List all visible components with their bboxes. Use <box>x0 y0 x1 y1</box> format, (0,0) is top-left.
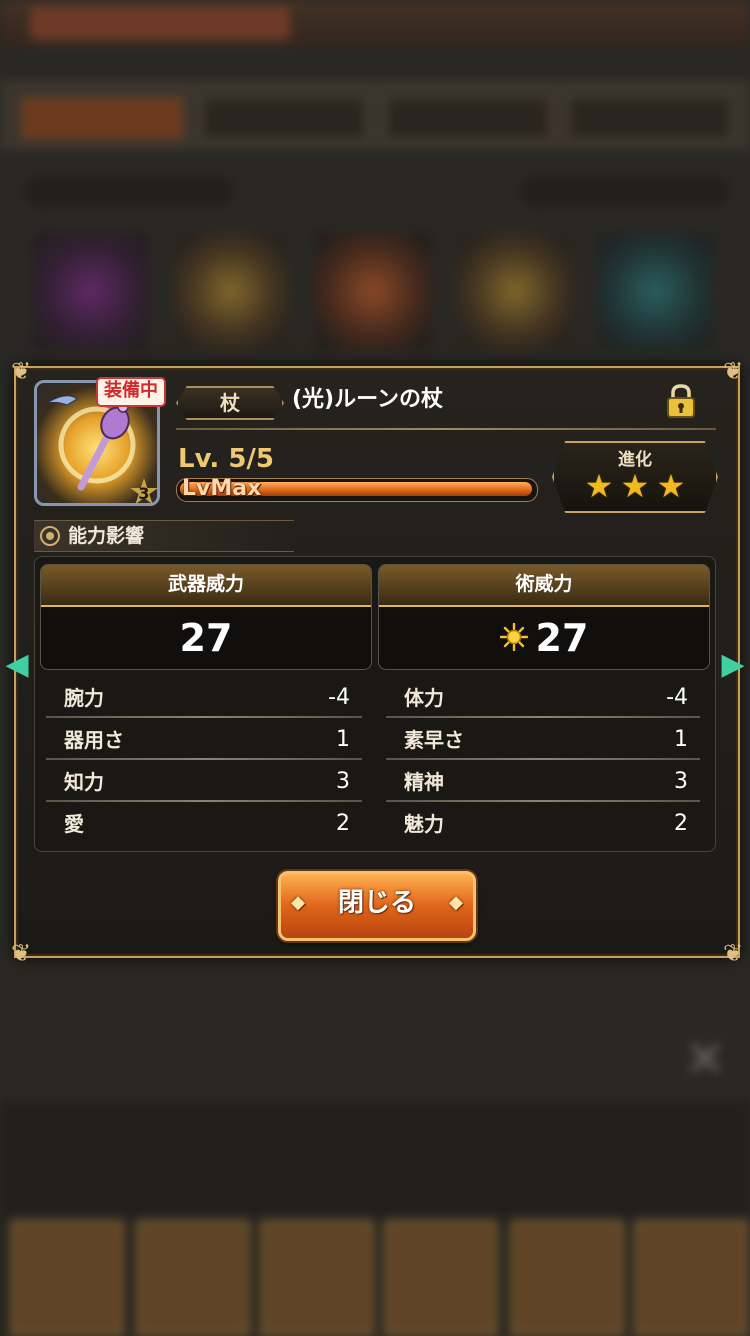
diamond-ornament-icon: ◆ <box>449 892 463 913</box>
level-max-label: LvMax <box>182 476 262 501</box>
weapon-power-box: 武器威力 27 <box>40 564 372 670</box>
stat-row: 精神 3 <box>374 762 712 802</box>
stat-value: -4 <box>666 685 688 710</box>
art-power-label: 術威力 <box>379 565 709 607</box>
evolution-star-icon: ★ <box>620 467 650 505</box>
stat-value: -4 <box>328 685 350 710</box>
close-button[interactable]: ◆ 閉じる ◆ <box>278 871 476 941</box>
art-power-box: 術威力 27 <box>378 564 710 670</box>
stat-name: 知力 <box>64 770 104 794</box>
weapon-power-value: 27 <box>179 616 233 660</box>
ability-effect-title: 能力影響 <box>68 525 145 547</box>
corner-ornament-icon: ❦ <box>722 939 744 967</box>
previous-arrow-icon[interactable]: ◀ <box>4 645 30 685</box>
bg-title-bar <box>0 0 750 48</box>
stat-row: 知力 3 <box>34 762 374 802</box>
weapon-name: (光)ルーンの杖 <box>292 387 444 412</box>
light-sun-icon <box>499 622 528 651</box>
evolution-star-icon: ★ <box>656 467 686 505</box>
corner-ornament-icon: ❦ <box>10 939 32 967</box>
stat-row: 器用さ 1 <box>34 720 374 760</box>
weapon-power-label: 武器威力 <box>41 565 371 607</box>
stat-value: 2 <box>336 811 350 836</box>
lock-icon[interactable] <box>662 382 700 420</box>
stat-value: 3 <box>336 769 350 794</box>
rarity-value: 3 <box>138 484 150 503</box>
level-text: Lv. 5/5 <box>178 444 275 474</box>
rarity-star-icon: ★ 3 <box>127 472 161 513</box>
close-button-label: 閉じる <box>337 888 416 918</box>
stat-name: 精神 <box>404 770 444 794</box>
stat-name: 魅力 <box>404 812 444 836</box>
bg-tab-row <box>0 80 750 150</box>
stat-value: 1 <box>336 727 350 752</box>
stat-row: 腕力 -4 <box>34 678 374 718</box>
art-power-value: 27 <box>535 616 589 660</box>
header-divider <box>176 428 716 430</box>
stat-value: 2 <box>674 811 688 836</box>
corner-ornament-icon: ❦ <box>10 357 32 385</box>
ability-effect-header: 能力影響 <box>34 520 294 552</box>
stat-name: 体力 <box>404 686 444 710</box>
bg-filter-left <box>24 176 234 206</box>
stat-row: 愛 2 <box>34 804 374 844</box>
evolution-panel: 進化 ★ ★ ★ <box>552 441 718 513</box>
next-arrow-icon[interactable]: ▶ <box>720 645 746 685</box>
stat-value: 3 <box>674 769 688 794</box>
stat-value: 1 <box>674 727 688 752</box>
bg-filter-right <box>520 176 730 206</box>
stat-name: 素早さ <box>404 728 464 752</box>
target-circle-icon <box>40 526 60 546</box>
stat-name: 愛 <box>64 812 84 836</box>
weapon-type-tag: 杖 <box>176 386 284 420</box>
art-power-row: 27 <box>379 609 709 667</box>
equipped-badge: 装備中 <box>96 377 166 407</box>
stat-row: 魅力 2 <box>374 804 712 844</box>
stat-name: 器用さ <box>64 728 124 752</box>
corner-ornament-icon: ❦ <box>722 357 744 385</box>
evolution-star-icon: ★ <box>584 467 614 505</box>
stat-row: 体力 -4 <box>374 678 712 718</box>
diamond-ornament-icon: ◆ <box>291 892 305 913</box>
stat-name: 腕力 <box>64 686 104 710</box>
stat-row: 素早さ 1 <box>374 720 712 760</box>
